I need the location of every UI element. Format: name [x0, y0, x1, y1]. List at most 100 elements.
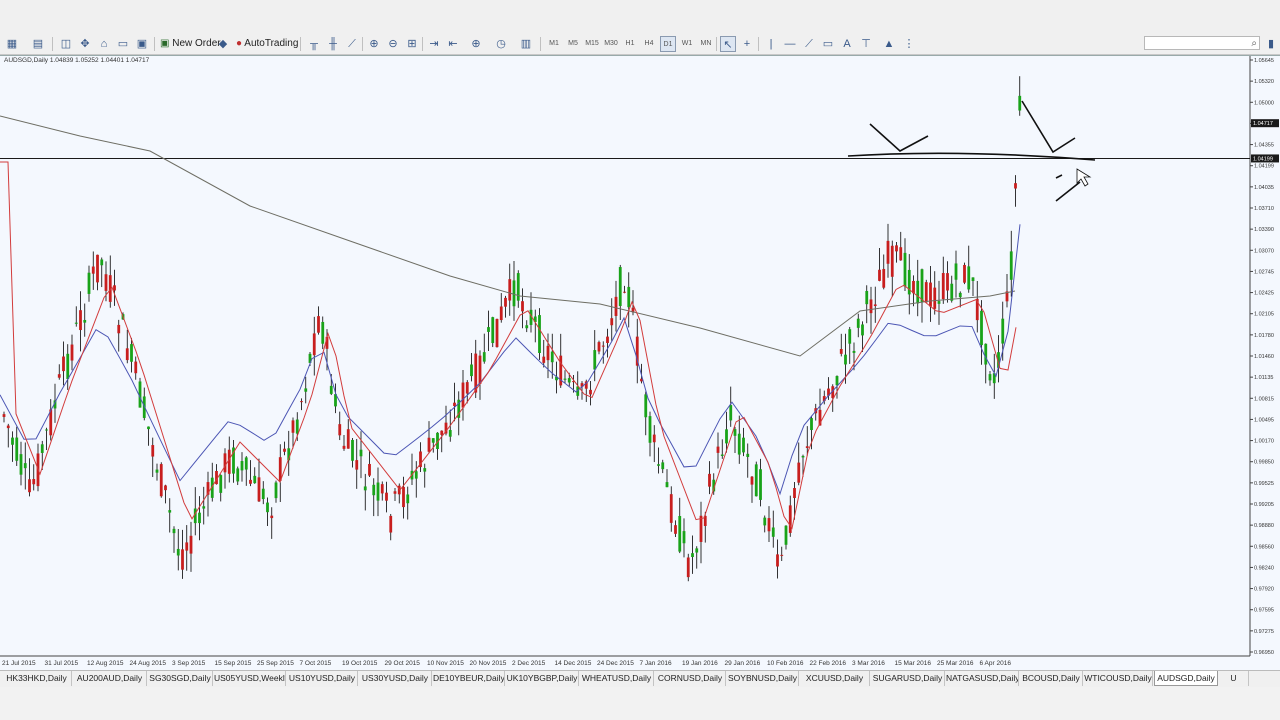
meta-editor-icon[interactable]: ◆ [215, 36, 231, 52]
candlestick-icon[interactable]: ╫ [325, 36, 341, 52]
periodicity-icon[interactable]: ◷ [493, 36, 509, 52]
profiles-icon[interactable]: ▤ [30, 36, 46, 52]
navigator-icon[interactable]: ✥ [77, 36, 93, 52]
candle-body [865, 290, 869, 305]
candle-body [100, 259, 104, 266]
chart-window[interactable]: 1.05645 1.05320 1.05000 1.04717 1.04355 1.041… [0, 55, 1280, 670]
timeframe-h1[interactable]: H1 [622, 36, 638, 52]
candle-body [491, 317, 495, 344]
timeframe-m1[interactable]: M1 [546, 36, 562, 52]
chart-shift-icon[interactable]: ⇥ [426, 36, 442, 52]
candle-body [198, 512, 201, 524]
candle-body [495, 318, 499, 348]
candle [389, 513, 393, 541]
candle-body [312, 333, 316, 356]
strategy-tester-icon[interactable]: ▣ [134, 36, 150, 52]
date-label: 21 Jul 2015 [2, 660, 36, 667]
indicators-icon[interactable]: ⊕ [468, 36, 484, 52]
terminal-icon[interactable]: ▭ [115, 36, 131, 52]
toolbar-overflow-icon[interactable]: ▮ [1263, 36, 1279, 52]
new-order-button[interactable]: ▣ New Order [158, 36, 221, 52]
candle [648, 411, 652, 457]
candle-body [351, 439, 354, 461]
tab-de10ybeur-daily[interactable]: DE10YBEUR,Daily [433, 671, 505, 686]
tab-sg30sgd-daily[interactable]: SG30SGD,Daily [148, 671, 213, 686]
data-window-icon[interactable]: ⌂ [96, 36, 112, 52]
timeframe-m5[interactable]: M5 [565, 36, 581, 52]
price-label: 1.01780 [1254, 333, 1274, 339]
candle-body [890, 245, 894, 277]
arrows-icon[interactable]: ▲ [881, 36, 897, 52]
tab-uk10ybgbp-daily[interactable]: UK10YBGBP,Daily [506, 671, 579, 686]
autotrading-button[interactable]: ● AutoTrading [234, 36, 298, 52]
candle-body [784, 525, 788, 545]
cursor-icon[interactable]: ↖ [720, 36, 736, 52]
tab-au200aud-daily[interactable]: AU200AUD,Daily [73, 671, 147, 686]
candle [737, 415, 741, 464]
candle-body [623, 291, 626, 293]
candle [593, 330, 597, 382]
candle-body [614, 296, 618, 316]
candle-body [852, 350, 856, 353]
tab-audsgd-daily[interactable]: AUDSGD,Daily [1154, 671, 1218, 686]
candle [856, 313, 860, 338]
timeframe-mn[interactable]: MN [698, 36, 714, 52]
search-input[interactable]: ⌕ [1144, 36, 1260, 50]
tab-u[interactable]: U [1219, 671, 1249, 686]
candle [521, 288, 524, 329]
trendline-icon[interactable]: ⟋ [801, 36, 817, 52]
date-label: 15 Mar 2016 [895, 660, 932, 667]
candle-body [125, 348, 129, 361]
zoom-out-icon[interactable]: ⊖ [385, 36, 401, 52]
grip-icon[interactable]: ⋮ [901, 36, 917, 52]
price-label: 1.05645 [1254, 58, 1274, 64]
tab-cornusd-daily[interactable]: CORNUSD,Daily [655, 671, 726, 686]
timeframe-w1[interactable]: W1 [679, 36, 695, 52]
candle-body [937, 301, 941, 304]
candle [495, 318, 499, 348]
candle [797, 442, 801, 486]
auto-scroll-icon[interactable]: ⇤ [445, 36, 461, 52]
tab-sugarusd-daily[interactable]: SUGARUSD,Daily [871, 671, 945, 686]
candle [967, 245, 971, 293]
tab-natgasusd-daily[interactable]: NATGASUSD,Daily [946, 671, 1019, 686]
tab-us10yusd-daily[interactable]: US10YUSD,Daily [287, 671, 358, 686]
vertical-line-icon[interactable]: | [763, 36, 779, 52]
tab-us05yusd-weekly[interactable]: US05YUSD,Weekly [214, 671, 286, 686]
candle-body [2, 414, 6, 417]
timeframe-m30[interactable]: M30 [603, 36, 619, 52]
candle-body [291, 420, 295, 433]
text-tool-icon[interactable]: A [839, 36, 855, 52]
candle-body [227, 449, 231, 474]
toolbar: ▦ ▤ ◫ ✥ ⌂ ▭ ▣ ▣ New Order ◆ ● AutoTradin… [0, 34, 1280, 55]
timeframe-h4[interactable]: H4 [641, 36, 657, 52]
candle-body [567, 378, 571, 383]
new-order-icon: ▣ [160, 38, 170, 49]
line-chart-icon[interactable]: ⟋ [344, 36, 360, 52]
tab-us30yusd-daily[interactable]: US30YUSD,Daily [359, 671, 432, 686]
tab-xcuusd-daily[interactable]: XCUUSD,Daily [800, 671, 870, 686]
candle-body [66, 353, 70, 380]
candle [266, 497, 269, 526]
candle-body [172, 528, 176, 534]
channel-icon[interactable]: ▭ [820, 36, 836, 52]
crosshair-icon[interactable]: + [739, 36, 755, 52]
tab-soybnusd-daily[interactable]: SOYBNUSD,Daily [727, 671, 799, 686]
label-tool-icon[interactable]: ⊤ [858, 36, 874, 52]
candle-body [512, 280, 516, 307]
tab-hk33hkd-daily[interactable]: HK33HKD,Daily [2, 671, 72, 686]
timeframe-m15[interactable]: M15 [584, 36, 600, 52]
zoom-in-icon[interactable]: ⊕ [366, 36, 382, 52]
tab-bcousd-daily[interactable]: BCOUSD,Daily [1020, 671, 1083, 686]
tab-wticousd-daily[interactable]: WTICOUSD,Daily [1084, 671, 1153, 686]
templates-icon[interactable]: ▥ [518, 36, 534, 52]
market-watch-icon[interactable]: ◫ [58, 36, 74, 52]
search-icon[interactable]: ⌕ [1251, 37, 1257, 50]
price-chart[interactable]: 1.05645 1.05320 1.05000 1.04717 1.04355 1.041… [0, 56, 1280, 670]
tile-windows-icon[interactable]: ⊞ [404, 36, 420, 52]
tab-wheatusd-daily[interactable]: WHEATUSD,Daily [580, 671, 654, 686]
timeframe-d1[interactable]: D1 [660, 36, 676, 52]
bar-chart-icon[interactable]: ╥ [306, 36, 322, 52]
horizontal-line-icon[interactable]: — [782, 36, 798, 52]
new-chart-icon[interactable]: ▦ [4, 36, 20, 52]
